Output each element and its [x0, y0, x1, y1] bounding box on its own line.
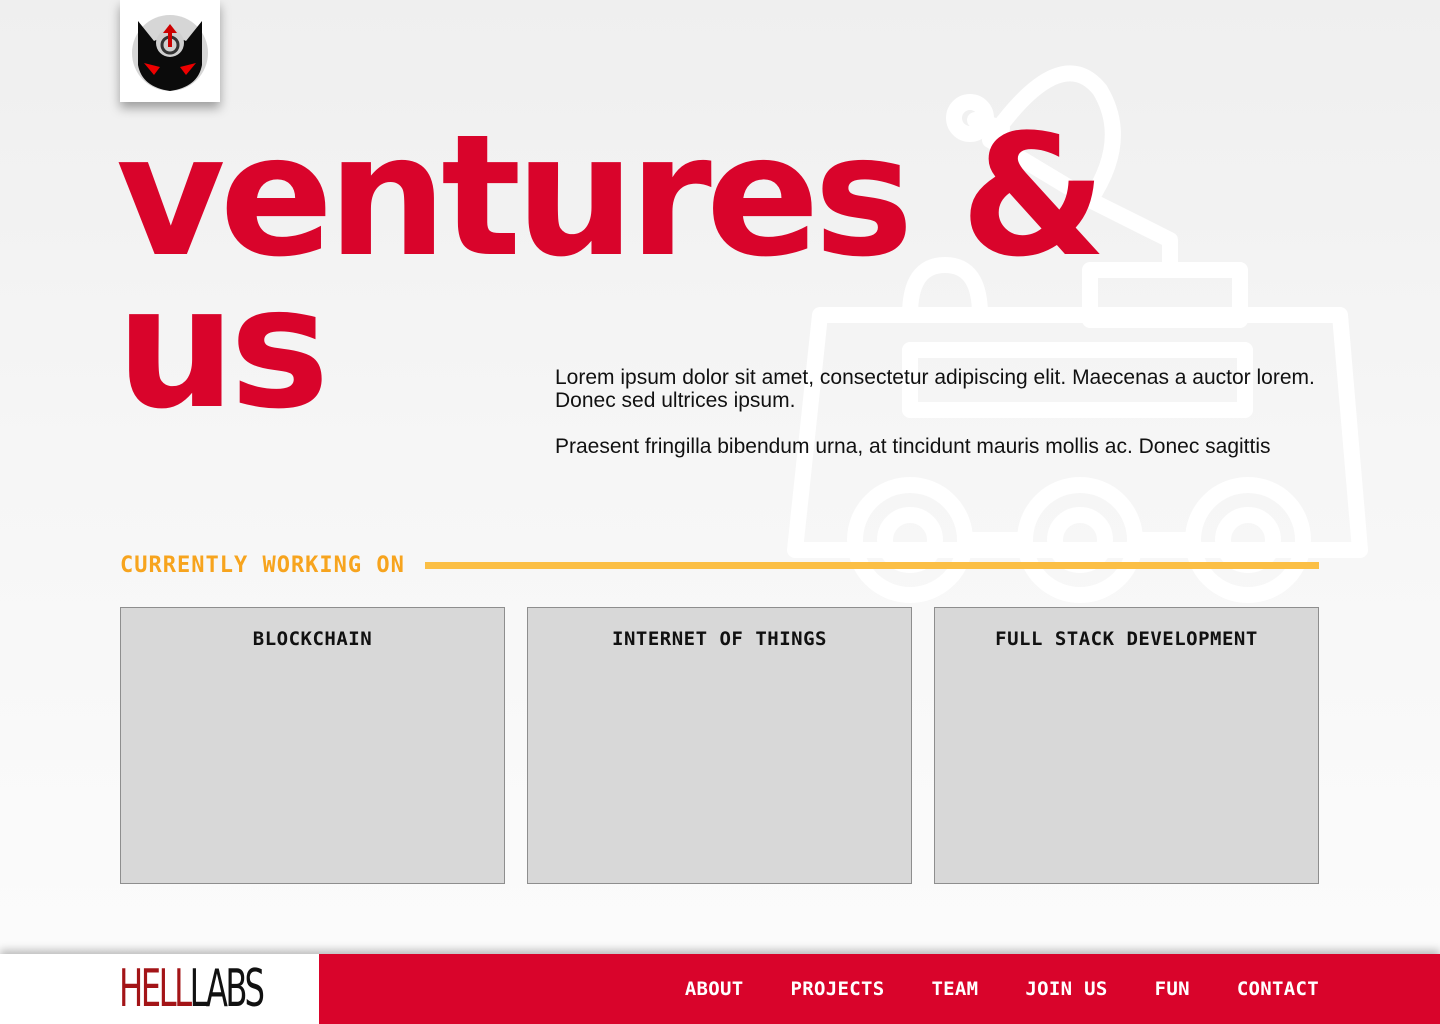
section-heading-label: CURRENTLY WORKING ON — [120, 552, 405, 578]
brand-labs: LABS — [189, 959, 265, 1019]
main-nav: ABOUT PROJECTS TEAM JOIN US FUN CONTACT — [319, 954, 1440, 1024]
card-title: FULL STACK DEVELOPMENT — [995, 628, 1258, 650]
nav-fun[interactable]: FUN — [1155, 978, 1190, 1000]
card-internet-of-things[interactable]: INTERNET OF THINGS — [527, 607, 912, 884]
nav-projects[interactable]: PROJECTS — [791, 978, 885, 1000]
intro-paragraph-1: Lorem ipsum dolor sit amet, consectetur … — [555, 366, 1315, 412]
nav-team[interactable]: TEAM — [931, 978, 978, 1000]
footer-brand-cell: HELLLABS — [0, 954, 319, 1024]
project-cards: BLOCKCHAIN INTERNET OF THINGS FULL STACK… — [120, 607, 1319, 884]
section-heading: CURRENTLY WORKING ON — [120, 548, 1319, 582]
intro-text: Lorem ipsum dolor sit amet, consectetur … — [555, 366, 1335, 458]
section-heading-rule — [424, 561, 1319, 569]
intro-paragraph-2: Praesent fringilla bibendum urna, at tin… — [555, 435, 1271, 458]
card-blockchain[interactable]: BLOCKCHAIN — [120, 607, 505, 884]
card-title: INTERNET OF THINGS — [612, 628, 827, 650]
card-full-stack-development[interactable]: FULL STACK DEVELOPMENT — [934, 607, 1319, 884]
logo-badge[interactable] — [120, 0, 220, 102]
demon-power-logo-icon — [132, 15, 208, 91]
nav-about[interactable]: ABOUT — [685, 978, 744, 1000]
nav-contact[interactable]: CONTACT — [1237, 978, 1319, 1000]
nav-join-us[interactable]: JOIN US — [1025, 978, 1107, 1000]
footer-nav-bar: HELLLABS ABOUT PROJECTS TEAM JOIN US FUN… — [0, 954, 1440, 1024]
card-title: BLOCKCHAIN — [252, 628, 373, 650]
brand-logo[interactable]: HELLLABS — [119, 963, 265, 1015]
brand-hell: HELL — [119, 959, 192, 1019]
